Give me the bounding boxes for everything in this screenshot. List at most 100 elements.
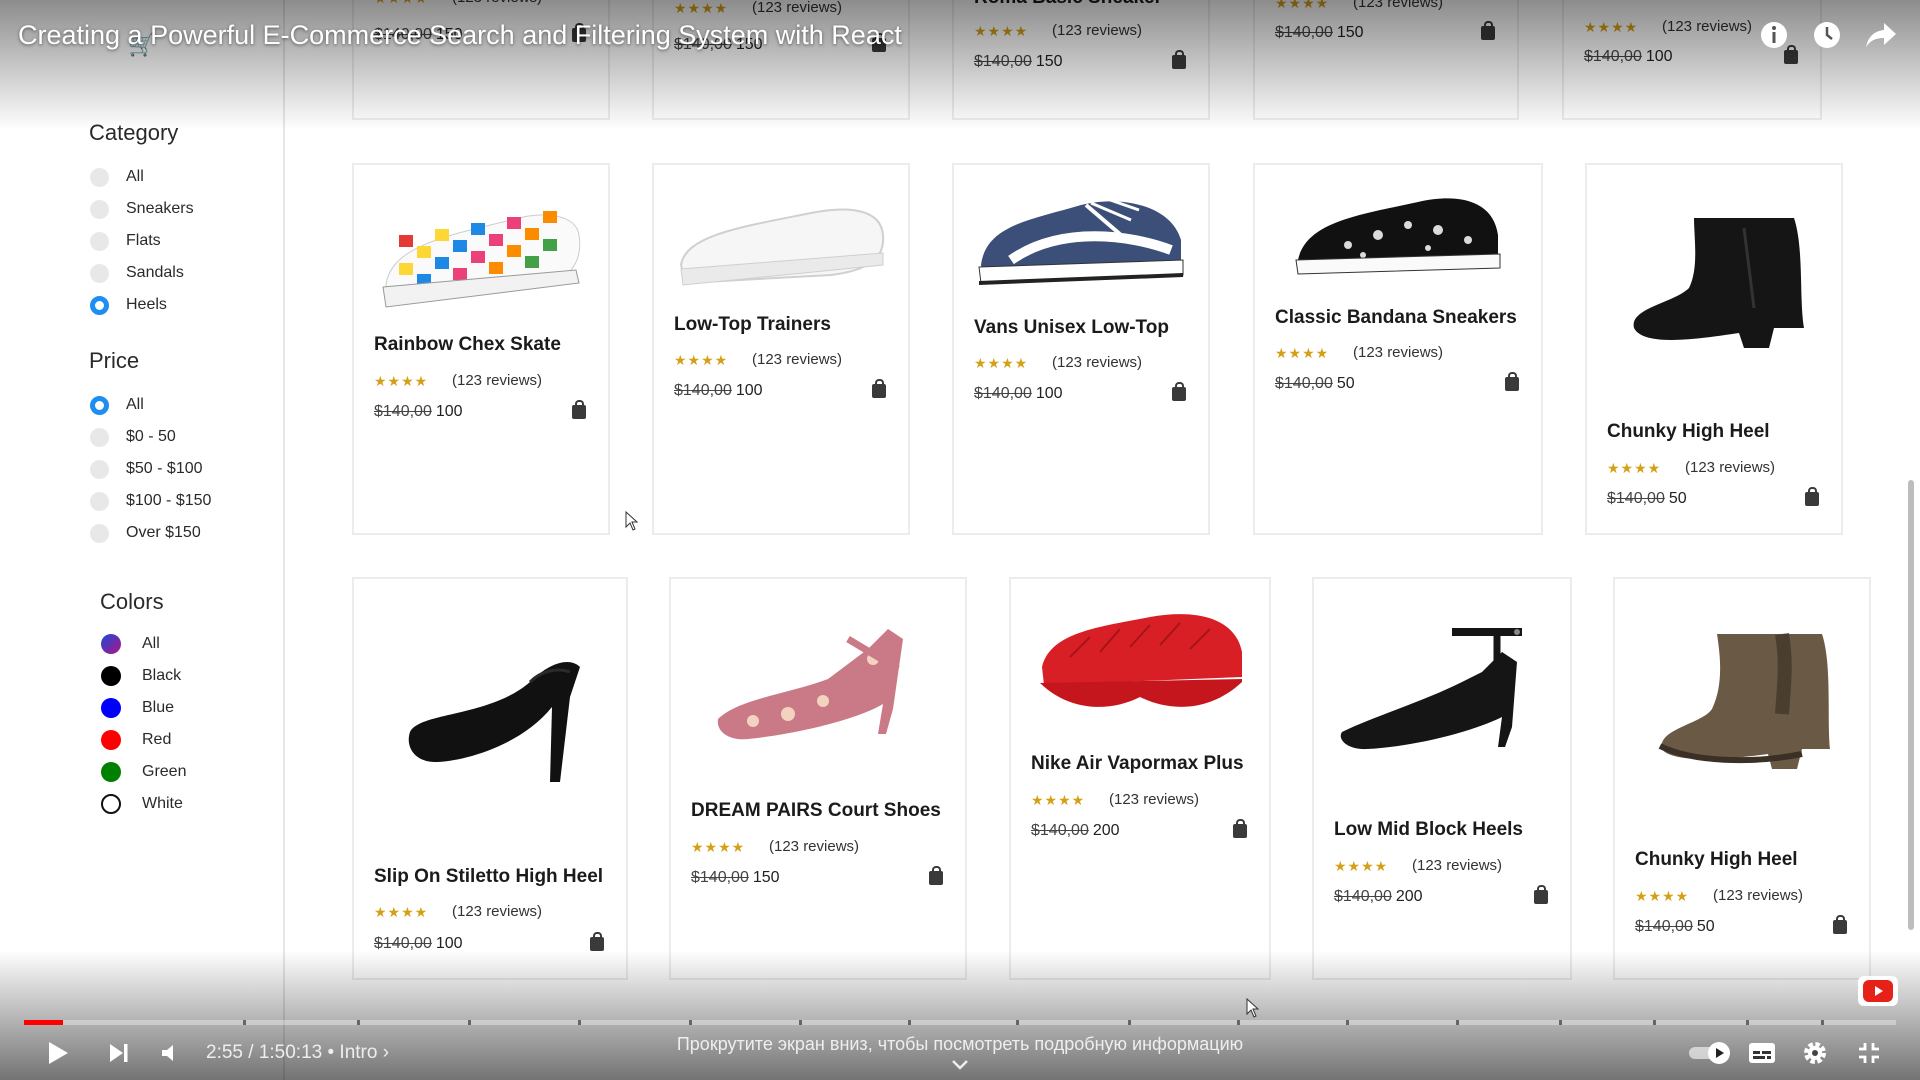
product-image[interactable] <box>354 165 608 335</box>
share-icon[interactable] <box>1864 18 1898 52</box>
chapter-marker <box>1345 1020 1349 1025</box>
product-card[interactable]: Chunky High Heel ★★★★ (123 reviews) $140,00… <box>1585 163 1843 535</box>
color-option-white[interactable]: White <box>101 793 183 815</box>
product-image[interactable] <box>1587 165 1841 400</box>
product-image[interactable] <box>1011 579 1269 744</box>
radio-button[interactable] <box>90 263 109 283</box>
product-title[interactable]: Chunky High Heel <box>1607 421 1770 443</box>
shopping-bag-icon[interactable] <box>572 400 586 419</box>
product-title[interactable]: Vans Unisex Low-Top <box>974 317 1169 339</box>
product-card[interactable]: Slip On Stiletto High Heel ★★★★ (123 revie… <box>352 577 628 980</box>
product-title[interactable]: Chunky High Heel <box>1635 849 1798 871</box>
product-card[interactable]: Nike Air Vapormax Plus ★★★★ (123 reviews) $… <box>1009 577 1271 980</box>
shopping-bag-icon[interactable] <box>1505 372 1519 391</box>
product-card[interactable]: Low Mid Block Heels ★★★★ (123 reviews) $140… <box>1312 577 1572 980</box>
product-image[interactable] <box>654 165 908 315</box>
current-price: 50 <box>1668 490 1687 507</box>
radio-button[interactable] <box>90 199 109 219</box>
category-option-heels[interactable]: Heels <box>90 294 167 316</box>
chevron-down-icon[interactable] <box>950 1058 970 1072</box>
category-option-all[interactable]: All <box>90 166 144 188</box>
color-swatch[interactable] <box>101 794 121 814</box>
chapter-marker <box>578 1020 582 1025</box>
old-price: $140,00 <box>1607 490 1665 507</box>
color-option-blue[interactable]: Blue <box>101 697 174 719</box>
radio-button[interactable] <box>90 427 109 447</box>
shopping-bag-icon[interactable] <box>1805 487 1819 506</box>
shopping-bag-icon[interactable] <box>1833 915 1847 934</box>
product-title[interactable]: Low-Top Trainers <box>674 314 831 336</box>
chapter-marker <box>1746 1020 1750 1025</box>
review-count: (123 reviews) <box>752 351 843 368</box>
product-card[interactable]: Low-Top Trainers ★★★★ (123 reviews) $140,00… <box>652 163 910 535</box>
info-icon[interactable] <box>1757 18 1791 52</box>
category-option-sneakers[interactable]: Sneakers <box>90 198 194 220</box>
shopping-bag-icon[interactable] <box>872 379 886 398</box>
shopping-bag-icon[interactable] <box>1534 885 1548 904</box>
exit-fullscreen-icon[interactable] <box>1853 1037 1885 1069</box>
category-option-flats[interactable]: Flats <box>90 230 161 252</box>
price-option-all[interactable]: All <box>90 394 144 416</box>
product-card[interactable]: Classic Bandana Sneakers ★★★★ (123 reviews… <box>1253 163 1543 535</box>
product-title[interactable]: DREAM PAIRS Court Shoes <box>691 800 941 822</box>
rating-stars-icon: ★★★★ <box>674 352 729 368</box>
color-option-green[interactable]: Green <box>101 761 186 783</box>
subtitles-icon[interactable] <box>1746 1037 1778 1069</box>
shopping-bag-icon[interactable] <box>590 932 604 951</box>
watch-later-icon[interactable] <box>1810 18 1844 52</box>
chapter-marker <box>357 1020 361 1025</box>
price-option-100-150[interactable]: $100 - $150 <box>90 490 211 512</box>
price-option-0-50[interactable]: $0 - 50 <box>90 426 176 448</box>
color-swatch[interactable] <box>101 730 121 750</box>
chapter-marker <box>1128 1020 1132 1025</box>
product-title[interactable]: Nike Air Vapormax Plus <box>1031 753 1244 775</box>
price-option-over-150[interactable]: Over $150 <box>90 522 201 544</box>
current-price: 100 <box>435 403 463 420</box>
product-image[interactable] <box>1314 579 1570 804</box>
page-scrollbar[interactable] <box>1908 480 1914 930</box>
chapter-marker <box>1456 1020 1460 1025</box>
category-option-sandals[interactable]: Sandals <box>90 262 184 284</box>
product-title[interactable]: Low Mid Block Heels <box>1334 819 1523 841</box>
radio-button[interactable] <box>90 459 109 479</box>
chapter-marker <box>1559 1020 1563 1025</box>
product-price: $140,00100 <box>674 382 763 400</box>
product-card[interactable]: Rainbow Chex Skate ★★★★ (123 reviews) $140,… <box>352 163 610 535</box>
color-swatch[interactable] <box>101 634 121 654</box>
settings-gear-icon[interactable] <box>1799 1037 1831 1069</box>
color-option-black[interactable]: Black <box>101 665 181 687</box>
autoplay-toggle[interactable] <box>1685 1037 1735 1069</box>
product-image[interactable] <box>1255 165 1541 305</box>
product-image[interactable] <box>354 579 626 844</box>
radio-button[interactable] <box>90 491 109 511</box>
color-swatch[interactable] <box>101 698 121 718</box>
chapter-marker <box>1652 1020 1656 1025</box>
color-swatch[interactable] <box>101 666 121 686</box>
shopping-bag-icon[interactable] <box>1233 819 1247 838</box>
price-option-50-100[interactable]: $50 - $100 <box>90 458 203 480</box>
radio-button[interactable] <box>90 231 109 251</box>
chapter-marker <box>688 1020 692 1025</box>
color-option-all[interactable]: All <box>101 633 160 655</box>
product-image[interactable] <box>954 165 1208 315</box>
video-title[interactable]: Creating a Powerful E-Commerce Search an… <box>18 20 902 51</box>
product-card[interactable]: Vans Unisex Low-Top ★★★★ (123 reviews) $140… <box>952 163 1210 535</box>
product-image[interactable] <box>671 579 965 789</box>
shopping-bag-icon[interactable] <box>1172 382 1186 401</box>
radio-button[interactable] <box>90 523 109 543</box>
radio-button[interactable] <box>90 295 109 315</box>
product-title[interactable]: Rainbow Chex Skate <box>374 334 561 356</box>
shopping-bag-icon[interactable] <box>929 866 943 885</box>
color-swatch[interactable] <box>101 762 121 782</box>
product-card[interactable]: DREAM PAIRS Court Shoes ★★★★ (123 reviews)… <box>669 577 967 980</box>
product-image[interactable] <box>1615 579 1869 819</box>
product-card[interactable]: Chunky High Heel ★★★★ (123 reviews) $140,00… <box>1613 577 1871 980</box>
video-progress-bar[interactable] <box>24 1020 1896 1025</box>
radio-button[interactable] <box>90 167 109 187</box>
color-option-red[interactable]: Red <box>101 729 171 751</box>
product-title[interactable]: Slip On Stiletto High Heel <box>374 866 603 888</box>
radio-button[interactable] <box>90 395 109 415</box>
product-title[interactable]: Classic Bandana Sneakers <box>1275 307 1517 329</box>
youtube-logo-icon[interactable] <box>1858 976 1898 1006</box>
chapter-marker <box>799 1020 802 1025</box>
